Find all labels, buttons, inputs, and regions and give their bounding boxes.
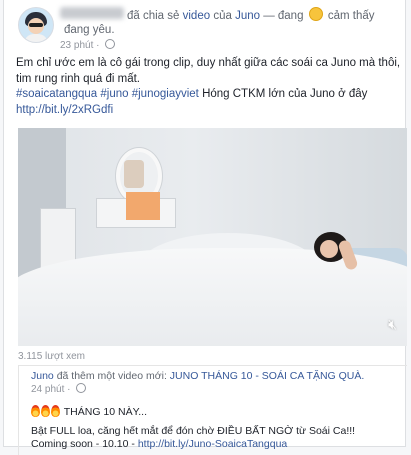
shared-line-3-link[interactable]: http://bit.ly/Juno-SoaicaTangqua <box>138 438 287 450</box>
headline-feeling-continued: đang yêu. <box>64 24 115 36</box>
feeling-emoji-icon <box>308 7 323 21</box>
post-text-line-3-rest: Hóng CTKM lớn của Juno ở đây <box>198 88 368 100</box>
globe-icon <box>105 39 116 49</box>
speaker-muted-icon[interactable]: 🔇︎ <box>388 318 397 332</box>
fire-icon <box>31 405 40 417</box>
video-scene-mirror-reflection <box>124 160 144 188</box>
headline-video-link[interactable]: video <box>183 10 211 22</box>
author-avatar[interactable] <box>18 7 54 43</box>
post-hashtags[interactable]: #soaicatangqua #juno #junogiayviet <box>16 88 199 100</box>
post-time[interactable]: 23 phút <box>60 40 93 51</box>
shared-line-1-text: THÁNG 10 NÀY... <box>63 406 147 418</box>
avatar-glasses <box>29 23 43 27</box>
headline-page-link[interactable]: Juno <box>235 10 260 22</box>
shared-action: đã thêm một video mới: <box>53 370 170 382</box>
post-link[interactable]: http://bit.ly/2xRGdfi <box>16 103 401 119</box>
globe-icon <box>76 383 87 393</box>
shared-line-1: THÁNG 10 NÀY... <box>31 405 355 419</box>
post-text-line-2: tim rung rinh quá đi mất. <box>16 72 141 85</box>
post-headline: đã chia sẻ video của Juno — đang cảm thấ… <box>64 7 402 37</box>
shared-line-3-prefix: Coming soon - 10.10 - <box>31 438 138 450</box>
video-player[interactable]: 🔇︎ <box>18 128 407 346</box>
video-scene-orange-box <box>126 192 160 220</box>
avatar-shirt <box>24 34 48 42</box>
shared-post-body: THÁNG 10 NÀY... Bật FULL loa, căng hết m… <box>31 405 355 451</box>
post-text-line-3: #soaicatangqua #juno #junogiayviet Hóng … <box>16 87 401 103</box>
shared-page-link[interactable]: Juno <box>31 370 54 382</box>
headline-of: của <box>210 10 236 22</box>
fire-icon <box>41 405 50 417</box>
shared-line-3: Coming soon - 10.10 - http://bit.ly/Juno… <box>31 438 355 451</box>
shared-post-title: Juno đã thêm một video mới: JUNO THÁNG 1… <box>31 370 364 382</box>
post-text-line-1: Em chỉ ước em là cô gái trong clip, duy … <box>16 57 401 69</box>
fire-icon <box>51 405 60 417</box>
post-text: Em chỉ ước em là cô gái trong clip, duy … <box>16 56 401 118</box>
video-scene-girl-face <box>320 240 338 258</box>
post-meta: 23 phút · <box>60 39 116 51</box>
author-name-redacted[interactable] <box>60 7 124 19</box>
shared-video-title-link[interactable]: JUNO THÁNG 10 - SOÁI CA TẶNG QUÀ. <box>170 370 365 382</box>
feed-post-card: đã chia sẻ video của Juno — đang cảm thấ… <box>3 0 407 455</box>
headline-feeling-text: cảm thấy <box>324 10 375 22</box>
shared-line-2: Bật FULL loa, căng hết mắt để đón chờ ĐI… <box>31 425 356 437</box>
shared-post-meta: 24 phút · <box>31 383 87 395</box>
headline-feeling: — đang <box>260 10 307 22</box>
video-view-count: 3.115 lượt xem <box>18 351 85 362</box>
shared-post: Juno đã thêm một video mới: JUNO THÁNG 1… <box>18 365 407 455</box>
headline-action: đã chia sẻ <box>127 10 183 22</box>
shared-post-time[interactable]: 24 phút <box>31 384 64 395</box>
